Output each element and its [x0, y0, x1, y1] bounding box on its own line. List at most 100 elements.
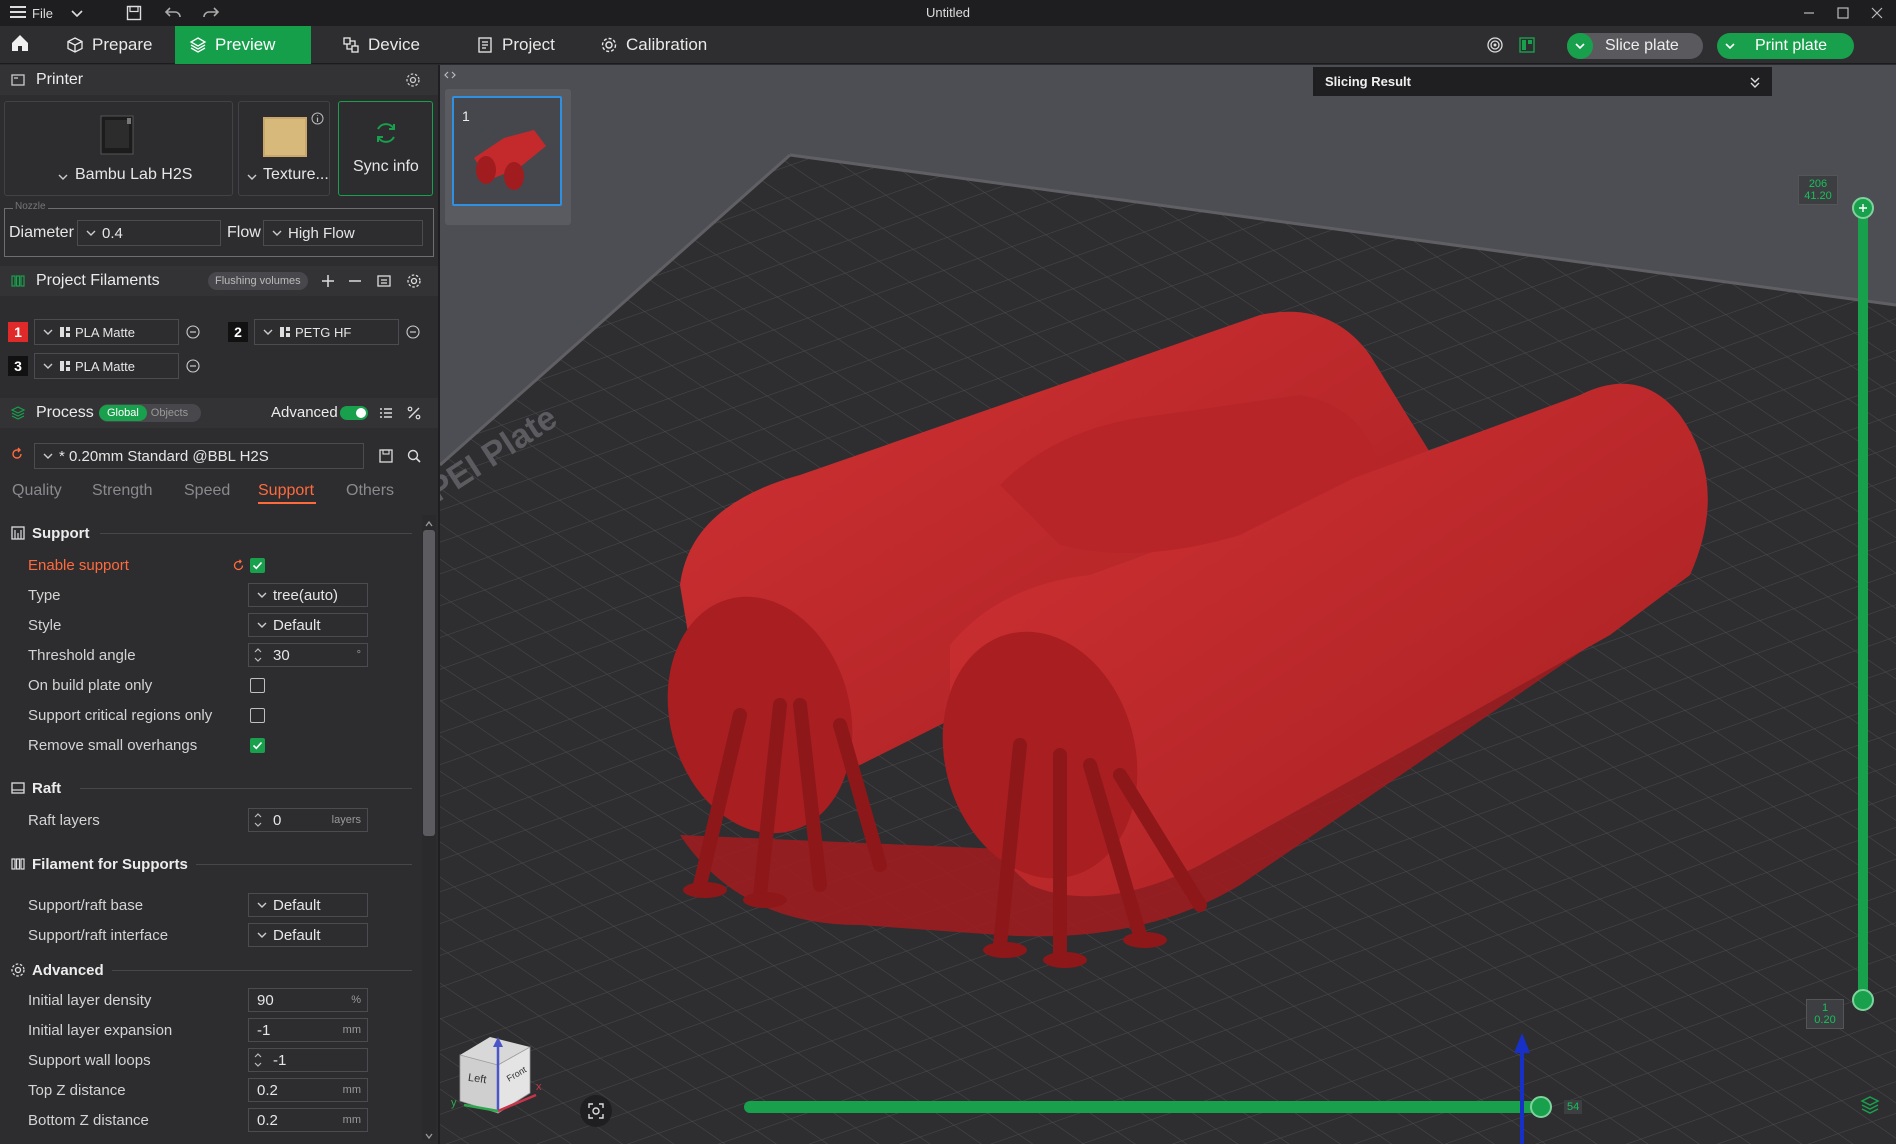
tab-quality[interactable]: Quality: [12, 482, 62, 500]
enable-support-checkbox[interactable]: [250, 558, 265, 573]
filament-3-select[interactable]: PLA Matte: [34, 353, 179, 379]
tab-support[interactable]: Support: [258, 482, 314, 500]
sidebar-scroll-down-icon[interactable]: [424, 1128, 434, 1144]
remove-filament-icon[interactable]: [347, 273, 363, 294]
sidebar-scrollbar-thumb[interactable]: [423, 530, 435, 836]
spinner-arrows-icon[interactable]: [253, 1050, 267, 1070]
global-objects-toggle[interactable]: Global Objects: [99, 404, 201, 422]
tab-preview[interactable]: Preview: [175, 26, 311, 64]
process-profile-select[interactable]: * 0.20mm Standard @BBL H2S: [34, 443, 364, 469]
initial-density-input[interactable]: 90 %: [248, 988, 368, 1012]
small-overhangs-checkbox[interactable]: [250, 738, 265, 753]
sync-ams-icon[interactable]: [376, 273, 392, 294]
3d-viewport[interactable]: PEI Plate 1 Slicing Result 206 41.20 1 0…: [440, 65, 1896, 1144]
slice-plate-button[interactable]: Slice plate: [1567, 33, 1703, 59]
printer-settings-icon[interactable]: [405, 72, 421, 93]
top-z-input[interactable]: 0.2 mm: [248, 1078, 368, 1102]
bottom-z-input[interactable]: 0.2 mm: [248, 1108, 368, 1132]
home-button[interactable]: [0, 26, 40, 64]
chevron-down-icon[interactable]: [70, 6, 84, 24]
tab-calibration[interactable]: Calibration: [586, 26, 721, 64]
global-toggle-label[interactable]: Global: [99, 405, 147, 421]
reset-icon[interactable]: [232, 559, 245, 576]
chevron-double-down-icon[interactable]: [1748, 75, 1762, 92]
tab-calibration-label: Calibration: [626, 35, 708, 54]
flushing-volumes-button[interactable]: Flushing volumes: [208, 272, 308, 290]
filament-3-swatch[interactable]: 3: [8, 356, 28, 376]
layers-tool-icon[interactable]: [1860, 1095, 1880, 1119]
view-cube[interactable]: Left Front y x: [450, 1025, 560, 1125]
filament-2-edit-icon[interactable]: [406, 325, 420, 343]
critical-regions-checkbox[interactable]: [250, 708, 265, 723]
bottom-z-value: 0.2: [257, 1111, 278, 1129]
chevron-down-icon[interactable]: [1567, 33, 1593, 59]
network-icon[interactable]: [1486, 36, 1504, 58]
filament-2-select[interactable]: PETG HF: [254, 319, 399, 345]
move-slider-value: 54: [1564, 1100, 1583, 1114]
threshold-angle-spinner[interactable]: 30 °: [248, 643, 368, 667]
minimize-button[interactable]: [1792, 0, 1826, 26]
raft-layers-spinner[interactable]: 0 layers: [248, 808, 368, 832]
plate-list-collapse[interactable]: [440, 65, 460, 85]
add-filament-icon[interactable]: [320, 273, 336, 294]
filament-3-edit-icon[interactable]: [186, 359, 200, 377]
save-icon[interactable]: [126, 5, 142, 25]
tab-prepare[interactable]: Prepare: [52, 26, 166, 64]
raft-base-select[interactable]: Default: [248, 893, 368, 917]
print-plate-button[interactable]: Print plate: [1717, 33, 1854, 59]
search-icon[interactable]: [406, 448, 422, 468]
chevron-down-icon[interactable]: [1717, 33, 1743, 59]
spinner-arrows-icon[interactable]: [253, 810, 267, 830]
slicing-result-panel[interactable]: Slicing Result: [1313, 67, 1772, 96]
on-build-plate-checkbox[interactable]: [250, 678, 265, 693]
compare-icon[interactable]: [406, 405, 422, 426]
reset-icon[interactable]: [10, 447, 24, 465]
objects-toggle-label[interactable]: Objects: [147, 407, 188, 419]
printer-model-card[interactable]: Bambu Lab H2S: [4, 101, 233, 196]
advanced-toggle[interactable]: [340, 406, 368, 420]
tab-speed[interactable]: Speed: [184, 482, 230, 500]
filament-2-name: PETG HF: [295, 324, 352, 340]
filament-1-edit-icon[interactable]: [186, 325, 200, 343]
initial-expansion-label: Initial layer expansion: [28, 1021, 173, 1039]
tab-others[interactable]: Others: [346, 482, 394, 500]
layer-top-handle[interactable]: [1852, 197, 1874, 219]
initial-expansion-value: -1: [257, 1021, 271, 1039]
advanced-label: Advanced: [271, 404, 338, 421]
diameter-select[interactable]: 0.4: [77, 220, 221, 246]
flow-select[interactable]: High Flow: [263, 220, 423, 246]
plate-thumbnail[interactable]: 1: [452, 96, 562, 206]
raft-interface-select[interactable]: Default: [248, 923, 368, 947]
move-slider-track[interactable]: [744, 1101, 1542, 1113]
initial-expansion-input[interactable]: -1 mm: [248, 1018, 368, 1042]
tab-device[interactable]: Device: [328, 26, 434, 64]
filament-settings-icon[interactable]: [406, 273, 422, 294]
tab-strength[interactable]: Strength: [92, 482, 152, 500]
layer-slider-track[interactable]: [1858, 207, 1868, 999]
tab-project[interactable]: Project: [462, 26, 569, 64]
info-icon[interactable]: [311, 112, 324, 129]
plate-type-card[interactable]: Texture...: [238, 101, 330, 196]
close-button[interactable]: [1860, 0, 1894, 26]
filament-2-swatch[interactable]: 2: [228, 322, 248, 342]
filament-1-swatch[interactable]: 1: [8, 322, 28, 342]
type-select[interactable]: tree(auto): [248, 583, 368, 607]
layer-bottom-handle[interactable]: [1852, 989, 1874, 1011]
layout-icon[interactable]: [1518, 36, 1536, 58]
move-slider-handle[interactable]: [1530, 1096, 1552, 1118]
sync-info-button[interactable]: Sync info: [338, 101, 433, 196]
redo-icon[interactable]: [202, 5, 220, 25]
fit-view-button[interactable]: [580, 1095, 612, 1127]
gear-icon: [600, 36, 618, 54]
maximize-button[interactable]: [1826, 0, 1860, 26]
save-profile-icon[interactable]: [378, 448, 394, 468]
file-menu[interactable]: File: [10, 0, 53, 26]
list-view-icon[interactable]: [378, 405, 394, 426]
style-select[interactable]: Default: [248, 613, 368, 637]
wall-loops-spinner[interactable]: -1: [248, 1048, 368, 1072]
undo-icon[interactable]: [164, 5, 182, 25]
filament-1-select[interactable]: PLA Matte: [34, 319, 179, 345]
spinner-arrows-icon[interactable]: [253, 645, 267, 665]
cube-left-face[interactable]: Left: [467, 1072, 487, 1086]
plate-thumbnail-card[interactable]: 1: [445, 89, 571, 225]
